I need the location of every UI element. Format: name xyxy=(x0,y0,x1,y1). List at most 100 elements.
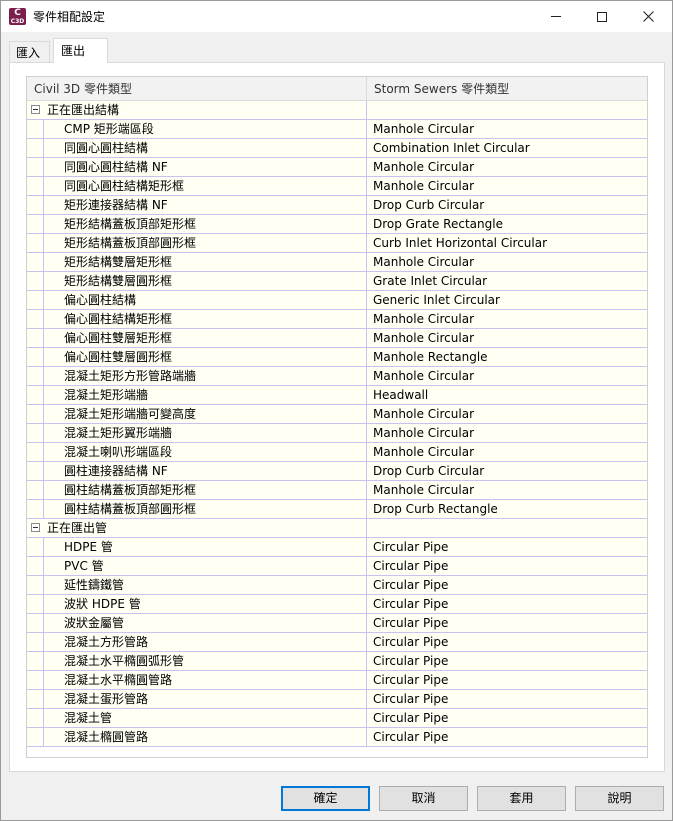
storm-sewers-part-type-cell[interactable]: Circular Pipe xyxy=(367,576,647,594)
storm-sewers-part-type-cell[interactable]: Manhole Circular xyxy=(367,253,647,271)
storm-sewers-part-type-cell[interactable]: Curb Inlet Horizontal Circular xyxy=(367,234,647,252)
table-row[interactable]: 混凝土矩形方形管路端牆 Manhole Circular xyxy=(27,367,647,386)
apply-button[interactable]: 套用 xyxy=(477,786,566,811)
storm-sewers-part-type-cell[interactable]: Circular Pipe xyxy=(367,595,647,613)
civil3d-part-type-cell: 混凝土方形管路 xyxy=(27,633,367,651)
table-row[interactable]: 矩形結構雙層圓形框 Grate Inlet Circular xyxy=(27,272,647,291)
table-row[interactable]: 混凝土管 Circular Pipe xyxy=(27,709,647,728)
tab-import[interactable]: 匯入 xyxy=(9,41,50,62)
table-row[interactable]: 同圓心圓柱結構 Combination Inlet Circular xyxy=(27,139,647,158)
table-row[interactable]: 矩形連接器結構 NF Drop Curb Circular xyxy=(27,196,647,215)
civil3d-part-type-cell: 偏心圓柱雙層圓形框 xyxy=(27,348,367,366)
table-row[interactable]: 偏心圓柱雙層矩形框 Manhole Circular xyxy=(27,329,647,348)
storm-sewers-part-type-cell[interactable]: Manhole Circular xyxy=(367,120,647,138)
table-row[interactable]: 偏心圓柱結構矩形框 Manhole Circular xyxy=(27,310,647,329)
storm-sewers-part-type-cell[interactable]: Manhole Circular xyxy=(367,481,647,499)
civil3d-part-type-cell: 波狀金屬管 xyxy=(27,614,367,632)
table-row[interactable]: 波狀 HDPE 管 Circular Pipe xyxy=(27,595,647,614)
storm-sewers-part-type-cell[interactable]: Manhole Rectangle xyxy=(367,348,647,366)
group-row[interactable]: 正在匯出結構 xyxy=(27,101,647,120)
storm-sewers-part-type-cell[interactable]: Circular Pipe xyxy=(367,633,647,651)
table-row[interactable]: 延性鑄鐵管 Circular Pipe xyxy=(27,576,647,595)
group-row[interactable]: 正在匯出管 xyxy=(27,519,647,538)
table-row[interactable]: 圓柱結構蓋板頂部圓形框 Drop Curb Rectangle xyxy=(27,500,647,519)
ok-button[interactable]: 確定 xyxy=(281,786,370,811)
group-empty-cell xyxy=(367,519,647,537)
civil3d-part-type-cell: PVC 管 xyxy=(27,557,367,575)
table-row[interactable]: 波狀金屬管 Circular Pipe xyxy=(27,614,647,633)
tab-strip: 匯入 匯出 xyxy=(9,38,665,63)
storm-sewers-part-type-cell[interactable]: Generic Inlet Circular xyxy=(367,291,647,309)
storm-sewers-part-type-cell[interactable]: Manhole Circular xyxy=(367,329,647,347)
civil3d-part-type-cell: 偏心圓柱雙層矩形框 xyxy=(27,329,367,347)
storm-sewers-part-type-cell[interactable]: Manhole Circular xyxy=(367,177,647,195)
group-label: 正在匯出管 xyxy=(47,521,108,535)
storm-sewers-part-type-cell[interactable]: Circular Pipe xyxy=(367,557,647,575)
storm-sewers-part-type-cell[interactable]: Manhole Circular xyxy=(367,158,647,176)
storm-sewers-part-type-cell[interactable]: Manhole Circular xyxy=(367,405,647,423)
group-cell: 正在匯出管 xyxy=(27,519,367,537)
help-button[interactable]: 說明 xyxy=(575,786,664,811)
table-row[interactable]: 矩形結構雙層矩形框 Manhole Circular xyxy=(27,253,647,272)
table-row[interactable]: HDPE 管 Circular Pipe xyxy=(27,538,647,557)
storm-sewers-part-type-cell[interactable]: Drop Curb Circular xyxy=(367,196,647,214)
table-row[interactable]: 混凝土矩形端牆可變高度 Manhole Circular xyxy=(27,405,647,424)
table-row[interactable]: 混凝土喇叭形端區段 Manhole Circular xyxy=(27,443,647,462)
maximize-button[interactable] xyxy=(579,1,625,32)
storm-sewers-part-type-cell[interactable]: Circular Pipe xyxy=(367,614,647,632)
table-row[interactable]: 混凝土水平橢圓弧形管 Circular Pipe xyxy=(27,652,647,671)
storm-sewers-part-type-cell[interactable]: Circular Pipe xyxy=(367,538,647,556)
maximize-icon xyxy=(597,11,607,22)
tab-export[interactable]: 匯出 xyxy=(53,38,108,63)
civil3d-part-type-cell: 混凝土矩形端牆可變高度 xyxy=(27,405,367,423)
close-button[interactable] xyxy=(625,1,671,32)
table-row[interactable]: 圓柱結構蓋板頂部矩形框 Manhole Circular xyxy=(27,481,647,500)
column-header-civil3d[interactable]: Civil 3D 零件類型 xyxy=(27,77,367,101)
civil3d-part-type-cell: 波狀 HDPE 管 xyxy=(27,595,367,613)
table-row[interactable]: 矩形結構蓋板頂部圓形框 Curb Inlet Horizontal Circula… xyxy=(27,234,647,253)
table-row[interactable]: 圓柱連接器結構 NF Drop Curb Circular xyxy=(27,462,647,481)
table-row[interactable]: 矩形結構蓋板頂部矩形框 Drop Grate Rectangle xyxy=(27,215,647,234)
storm-sewers-part-type-cell[interactable]: Drop Curb Circular xyxy=(367,462,647,480)
minimize-button[interactable] xyxy=(533,1,579,32)
storm-sewers-part-type-cell[interactable]: Circular Pipe xyxy=(367,671,647,689)
column-header-storm-sewers[interactable]: Storm Sewers 零件類型 xyxy=(367,77,647,101)
storm-sewers-part-type-cell[interactable]: Combination Inlet Circular xyxy=(367,139,647,157)
civil3d-part-type-cell: 同圓心圓柱結構 NF xyxy=(27,158,367,176)
table-row[interactable]: 混凝土蛋形管路 Circular Pipe xyxy=(27,690,647,709)
storm-sewers-part-type-cell[interactable]: Circular Pipe xyxy=(367,709,647,727)
civil3d-part-type-cell: 矩形結構雙層圓形框 xyxy=(27,272,367,290)
civil3d-part-type-cell: 混凝土矩形翼形端牆 xyxy=(27,424,367,442)
storm-sewers-part-type-cell[interactable]: Manhole Circular xyxy=(367,310,647,328)
table-row[interactable]: 混凝土方形管路 Circular Pipe xyxy=(27,633,647,652)
storm-sewers-part-type-cell[interactable]: Manhole Circular xyxy=(367,367,647,385)
storm-sewers-part-type-cell[interactable]: Circular Pipe xyxy=(367,652,647,670)
storm-sewers-part-type-cell[interactable]: Headwall xyxy=(367,386,647,404)
table-row[interactable]: PVC 管 Circular Pipe xyxy=(27,557,647,576)
table-row[interactable]: 偏心圓柱雙層圓形框 Manhole Rectangle xyxy=(27,348,647,367)
storm-sewers-part-type-cell[interactable]: Manhole Circular xyxy=(367,424,647,442)
storm-sewers-part-type-cell[interactable]: Circular Pipe xyxy=(367,728,647,746)
table-row[interactable]: 混凝土矩形翼形端牆 Manhole Circular xyxy=(27,424,647,443)
storm-sewers-part-type-cell[interactable]: Drop Curb Rectangle xyxy=(367,500,647,518)
group-label: 正在匯出結構 xyxy=(47,103,120,117)
table-row[interactable]: CMP 矩形端區段 Manhole Circular xyxy=(27,120,647,139)
storm-sewers-part-type-cell[interactable]: Manhole Circular xyxy=(367,443,647,461)
table-row[interactable]: 同圓心圓柱結構矩形框 Manhole Circular xyxy=(27,177,647,196)
storm-sewers-part-type-cell[interactable]: Circular Pipe xyxy=(367,690,647,708)
collapse-icon[interactable] xyxy=(31,523,40,532)
civil3d-part-type-cell: 偏心圓柱結構矩形框 xyxy=(27,310,367,328)
civil3d-part-type-cell: 混凝土管 xyxy=(27,709,367,727)
grid-body: 正在匯出結構 CMP 矩形端區段 Manhole Circular 同圓心圓柱結構 Co… xyxy=(27,101,647,747)
collapse-icon[interactable] xyxy=(31,105,40,114)
table-row[interactable]: 同圓心圓柱結構 NF Manhole Circular xyxy=(27,158,647,177)
table-row[interactable]: 混凝土矩形端牆 Headwall xyxy=(27,386,647,405)
storm-sewers-part-type-cell[interactable]: Grate Inlet Circular xyxy=(367,272,647,290)
storm-sewers-part-type-cell[interactable]: Drop Grate Rectangle xyxy=(367,215,647,233)
table-row[interactable]: 混凝土水平橢圓管路 Circular Pipe xyxy=(27,671,647,690)
window-title: 零件相配設定 xyxy=(33,10,106,24)
table-row[interactable]: 混凝土橢圓管路 Circular Pipe xyxy=(27,728,647,747)
cancel-button[interactable]: 取消 xyxy=(379,786,468,811)
table-row[interactable]: 偏心圓柱結構 Generic Inlet Circular xyxy=(27,291,647,310)
civil3d-part-type-cell: 偏心圓柱結構 xyxy=(27,291,367,309)
